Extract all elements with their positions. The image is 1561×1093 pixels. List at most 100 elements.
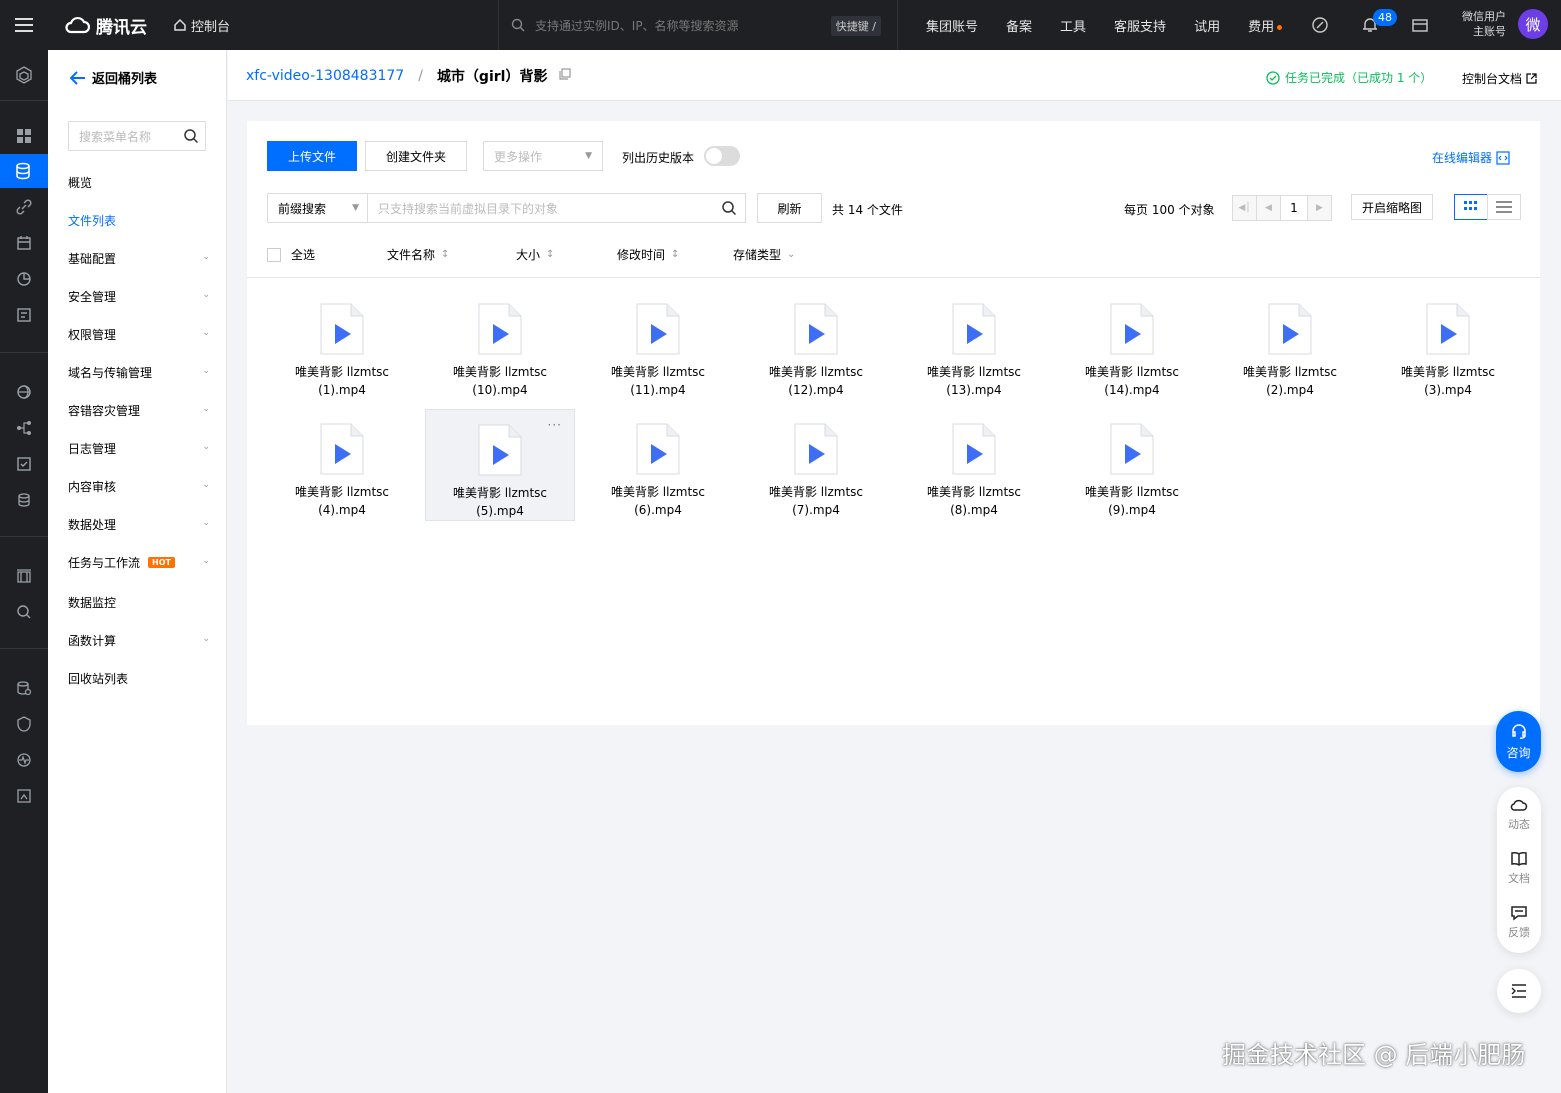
back-to-bucket-list-link[interactable]: 返回桶列表 — [70, 68, 157, 87]
object-search-input[interactable]: 只支持搜索当前虚拟目录下的对象 — [368, 200, 721, 217]
archive-icon[interactable] — [0, 559, 48, 593]
file-item[interactable]: 唯美背影 llzmtsc (14).mp4 — [1057, 289, 1207, 401]
rail-divider — [0, 352, 48, 353]
magnifier-doc-icon[interactable] — [0, 595, 48, 629]
online-editor-link[interactable]: 在线编辑器 — [1432, 149, 1510, 166]
menu-search-placeholder: 搜索菜单名称 — [79, 129, 152, 144]
file-item[interactable]: 唯美背影 llzmtsc (13).mp4 — [899, 289, 1049, 401]
copy-icon[interactable] — [559, 68, 572, 84]
console-home-link[interactable]: 控制台 — [173, 16, 230, 35]
menu-search-input[interactable]: 搜索菜单名称 — [68, 121, 206, 151]
prev-page-icon[interactable]: ◀ — [1257, 196, 1281, 220]
console-doc-link[interactable]: 控制台文档 — [1462, 70, 1537, 87]
sidebar-item[interactable]: 回收站列表 — [68, 668, 210, 688]
history-version-toggle[interactable] — [704, 146, 740, 166]
nav-support[interactable]: 客服支持 — [1114, 16, 1166, 35]
file-item[interactable]: 唯美背影 llzmtsc (8).mp4 — [899, 409, 1049, 521]
docs-button[interactable]: 文档 — [1497, 851, 1541, 886]
nav-group-account[interactable]: 集团账号 — [926, 16, 978, 35]
grid-view-icon[interactable] — [1454, 194, 1488, 220]
file-item[interactable]: 唯美背影 llzmtsc (1).mp4 — [267, 289, 417, 401]
sidebar-item[interactable]: 日志管理 ⌄ — [68, 438, 210, 458]
image-box-icon[interactable] — [0, 779, 48, 813]
book-icon — [1511, 852, 1527, 867]
file-item[interactable]: 唯美背影 llzmtsc (5).mp4 ··· — [425, 409, 575, 521]
file-name: 唯美背影 llzmtsc (9).mp4 — [1062, 483, 1202, 519]
nav-billing[interactable]: 费用 — [1248, 16, 1283, 35]
sidebar-item[interactable]: 基础配置 ⌄ — [68, 248, 210, 268]
select-all-checkbox[interactable]: 全选 — [267, 246, 315, 263]
sidebar-item[interactable]: 容错容灾管理 ⌄ — [68, 400, 210, 420]
global-search-input[interactable]: 支持通过实例ID、IP、名称等搜索资源 快捷键 / — [498, 0, 898, 50]
file-item[interactable]: 唯美背影 llzmtsc (6).mp4 — [583, 409, 733, 521]
sort-by-name[interactable]: 文件名称 ↕ — [387, 246, 449, 263]
file-item[interactable]: 唯美背影 llzmtsc (4).mp4 — [267, 409, 417, 521]
checklist-icon[interactable] — [0, 447, 48, 481]
more-actions-icon[interactable]: ··· — [548, 418, 562, 432]
upload-file-button[interactable]: 上传文件 — [267, 141, 357, 171]
nav-tools[interactable]: 工具 — [1060, 16, 1086, 35]
topology-icon[interactable] — [0, 411, 48, 445]
search-icon[interactable] — [721, 200, 737, 216]
sidebar-item[interactable]: 内容审核 ⌄ — [68, 476, 210, 496]
ticket-icon[interactable] — [1410, 15, 1430, 35]
sort-by-size[interactable]: 大小 ↕ — [516, 246, 554, 263]
file-item[interactable]: 唯美背影 llzmtsc (2).mp4 — [1215, 289, 1365, 401]
file-item[interactable]: 唯美背影 llzmtsc (11).mp4 — [583, 289, 733, 401]
file-item[interactable]: 唯美背影 llzmtsc (10).mp4 — [425, 289, 575, 401]
link-icon[interactable] — [1310, 15, 1330, 35]
list-view-icon[interactable] — [1487, 194, 1521, 220]
database-icon[interactable] — [0, 483, 48, 517]
sidebar-item[interactable]: 安全管理 ⌄ — [68, 286, 210, 306]
link-chain-icon[interactable] — [0, 190, 48, 224]
refresh-button[interactable]: 刷新 — [757, 193, 822, 223]
tencent-cloud-logo[interactable]: 腾讯云 — [64, 13, 147, 38]
file-item[interactable]: 唯美背影 llzmtsc (7).mp4 — [741, 409, 891, 521]
calendar-icon[interactable] — [0, 226, 48, 260]
cube-icon[interactable] — [0, 58, 48, 92]
create-folder-button[interactable]: 创建文件夹 — [365, 141, 467, 171]
breadcrumb-bucket-link[interactable]: xfc-video-1308483177 — [246, 68, 404, 84]
sidebar-item[interactable]: 数据监控 — [68, 592, 210, 612]
file-item[interactable]: 唯美背影 llzmtsc (12).mp4 — [741, 289, 891, 401]
storage-gateway-icon[interactable] — [0, 671, 48, 705]
report-icon[interactable] — [0, 298, 48, 332]
pie-chart-icon[interactable] — [0, 262, 48, 296]
product-icon-rail — [0, 50, 48, 1093]
feedback-button[interactable]: 反馈 — [1497, 905, 1541, 940]
file-item[interactable]: 唯美背影 llzmtsc (3).mp4 — [1373, 289, 1523, 401]
sidebar-item[interactable]: 概览 — [68, 172, 210, 192]
nav-filing[interactable]: 备案 — [1006, 16, 1032, 35]
first-page-icon[interactable]: ◀│ — [1233, 196, 1257, 220]
consult-button[interactable]: 咨询 — [1496, 711, 1541, 772]
next-page-icon[interactable]: ▶ — [1307, 196, 1331, 220]
sidebar-item[interactable]: 任务与工作流 HOT ⌄ — [68, 552, 210, 572]
task-status[interactable]: 任务已完成（已成功 1 个） — [1266, 69, 1432, 86]
page-number-input[interactable]: 1 — [1281, 196, 1307, 220]
sidebar-item[interactable]: 数据处理 ⌄ — [68, 514, 210, 534]
sidebar-item[interactable]: 文件列表 — [68, 210, 210, 230]
storage-bucket-icon[interactable] — [0, 154, 48, 188]
enable-thumbnail-button[interactable]: 开启缩略图 — [1351, 194, 1433, 220]
avatar[interactable]: 微 — [1518, 9, 1548, 39]
sort-by-modified[interactable]: 修改时间 ↕ — [617, 246, 679, 263]
hamburger-menu-icon[interactable] — [0, 0, 48, 50]
globe-icon[interactable] — [0, 375, 48, 409]
billing-dot-indicator — [1277, 24, 1283, 30]
chevron-down-icon: ⌄ — [202, 252, 210, 262]
sidebar-item[interactable]: 函数计算 ⌄ — [68, 630, 210, 650]
storage-type-filter[interactable]: 存储类型 ⌄ — [733, 246, 795, 263]
prefix-search-select[interactable]: 前缀搜索 ▼ — [268, 194, 368, 222]
user-info[interactable]: 微信用户 主账号 — [1444, 9, 1506, 39]
shield-icon[interactable] — [0, 707, 48, 741]
dashboard-grid-icon[interactable] — [0, 119, 48, 153]
collapse-toolbox-icon[interactable] — [1497, 969, 1541, 1013]
sidebar-item[interactable]: 域名与传输管理 ⌄ — [68, 362, 210, 382]
sidebar-item-label: 容错容灾管理 — [68, 403, 141, 418]
monitor-pulse-icon[interactable] — [0, 743, 48, 777]
news-button[interactable]: 动态 — [1497, 797, 1541, 832]
file-item[interactable]: 唯美背影 llzmtsc (9).mp4 — [1057, 409, 1207, 521]
sidebar-item[interactable]: 权限管理 ⌄ — [68, 324, 210, 344]
more-operations-dropdown[interactable]: 更多操作 ▼ — [483, 141, 603, 171]
nav-trial[interactable]: 试用 — [1194, 16, 1220, 35]
